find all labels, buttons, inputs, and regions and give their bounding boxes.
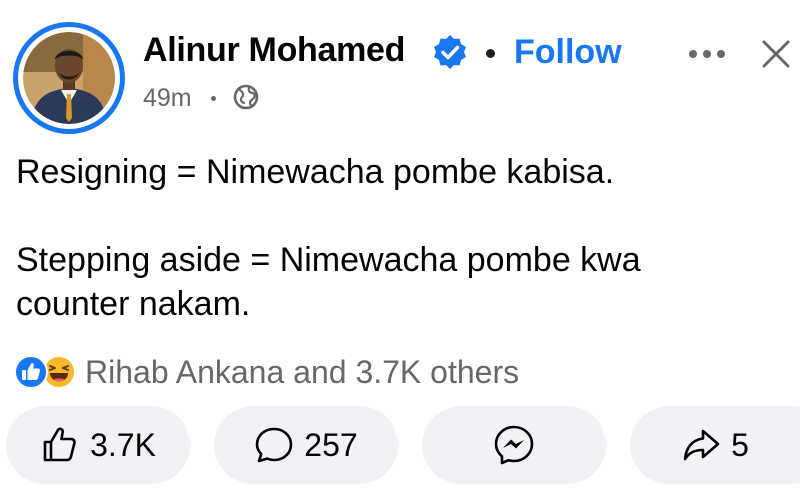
globe-icon	[233, 84, 259, 110]
follow-button[interactable]: Follow	[514, 33, 622, 72]
separator-dot	[211, 96, 216, 101]
comment-button[interactable]: 257	[214, 406, 398, 484]
more-dot-icon	[703, 50, 711, 58]
avatar[interactable]	[13, 22, 125, 134]
more-dot-icon	[689, 50, 697, 58]
reactions-summary[interactable]: Rihab Ankana and 3.7K others	[14, 352, 519, 392]
comment-count: 257	[304, 426, 358, 463]
post-text-line: Stepping aside = Nimewacha pombe kwa	[16, 241, 641, 279]
reactions-text: Rihab Ankana and 3.7K others	[85, 353, 520, 390]
post-card: Alinur Mohamed Follow 49m Resigning = Ni…	[0, 0, 800, 492]
separator-dot	[486, 49, 495, 58]
verified-badge-icon	[434, 35, 466, 69]
like-reaction-icon	[14, 355, 48, 389]
share-arrow-icon	[683, 429, 720, 461]
close-icon[interactable]	[758, 36, 794, 72]
comment-icon	[255, 427, 293, 463]
author-name[interactable]: Alinur Mohamed	[143, 31, 405, 70]
post-text-line: Resigning = Nimewacha pombe kabisa.	[16, 153, 615, 191]
messenger-icon	[494, 425, 534, 465]
share-button[interactable]: 5	[630, 406, 800, 484]
post-text-line: counter nakam.	[16, 285, 251, 323]
more-dot-icon	[717, 50, 725, 58]
post-text: Resigning = Nimewacha pombe kabisa. Step…	[16, 150, 786, 326]
thumbs-up-icon	[43, 427, 76, 462]
like-button[interactable]: 3.7K	[6, 406, 190, 484]
profile-photo	[23, 32, 115, 124]
more-options-button[interactable]	[682, 37, 732, 71]
like-count: 3.7K	[90, 426, 156, 463]
share-count: 5	[731, 426, 749, 463]
send-messenger-button[interactable]	[422, 406, 606, 484]
post-timestamp[interactable]: 49m	[143, 84, 192, 113]
